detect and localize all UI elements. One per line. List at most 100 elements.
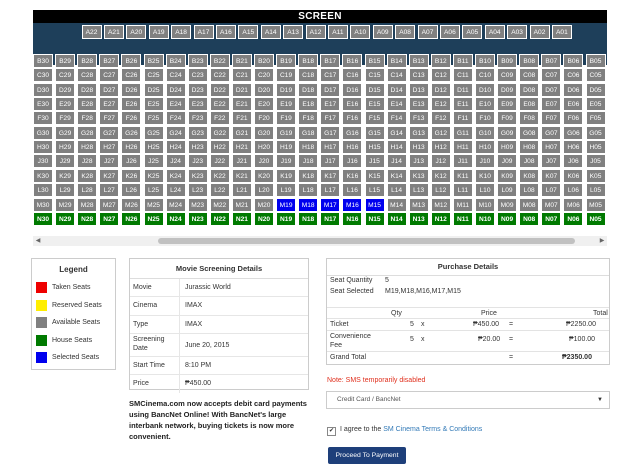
seat-a20[interactable]: A20 [126,25,147,39]
seat-l15[interactable]: L15 [364,183,385,198]
seat-l12[interactable]: L12 [430,183,451,198]
seat-f13[interactable]: F13 [408,111,429,126]
seat-k09[interactable]: K09 [497,168,518,183]
seat-m27[interactable]: M27 [99,197,120,212]
seat-k12[interactable]: K12 [430,168,451,183]
seat-f17[interactable]: F17 [320,111,341,126]
seat-d27[interactable]: D27 [99,82,120,97]
seat-c21[interactable]: C21 [231,68,252,83]
seat-n27[interactable]: N27 [99,211,120,226]
seat-c06[interactable]: C06 [563,68,584,83]
seat-a21[interactable]: A21 [103,25,124,39]
seat-k30[interactable]: K30 [33,168,53,183]
seat-h07[interactable]: H07 [541,140,562,155]
seat-j25[interactable]: J25 [143,154,164,169]
seat-n08[interactable]: N08 [519,211,540,226]
seat-h18[interactable]: H18 [298,140,319,155]
seat-b26[interactable]: B26 [121,54,142,68]
seat-g22[interactable]: G22 [209,125,230,140]
seat-a06[interactable]: A06 [439,25,460,39]
seat-d30[interactable]: D30 [33,82,53,97]
seat-d22[interactable]: D22 [209,82,230,97]
seat-e19[interactable]: E19 [276,97,297,112]
seat-l07[interactable]: L07 [541,183,562,198]
seat-g25[interactable]: G25 [143,125,164,140]
seat-j18[interactable]: J18 [298,154,319,169]
seat-d20[interactable]: D20 [254,82,274,97]
seat-d09[interactable]: D09 [497,82,518,97]
seat-e17[interactable]: E17 [320,97,341,112]
seat-n30[interactable]: N30 [33,211,53,226]
seat-b25[interactable]: B25 [143,54,164,68]
seat-k23[interactable]: K23 [187,168,208,183]
seat-h23[interactable]: H23 [187,140,208,155]
seat-g11[interactable]: G11 [452,125,473,140]
seat-g19[interactable]: G19 [276,125,297,140]
seat-m28[interactable]: M28 [77,197,98,212]
seat-c07[interactable]: C07 [541,68,562,83]
seat-e22[interactable]: E22 [209,97,230,112]
seat-c30[interactable]: C30 [33,68,53,83]
seat-f28[interactable]: F28 [77,111,98,126]
seat-a02[interactable]: A02 [529,25,550,39]
seat-a04[interactable]: A04 [484,25,505,39]
seat-n20[interactable]: N20 [254,211,274,226]
seat-m26[interactable]: M26 [121,197,142,212]
seat-j07[interactable]: J07 [541,154,562,169]
seat-f26[interactable]: F26 [121,111,142,126]
seat-d12[interactable]: D12 [430,82,451,97]
seat-c25[interactable]: C25 [143,68,164,83]
seat-c12[interactable]: C12 [430,68,451,83]
seat-k15[interactable]: K15 [364,168,385,183]
seat-k28[interactable]: K28 [77,168,98,183]
seat-a10[interactable]: A10 [350,25,371,39]
seat-j05[interactable]: J05 [585,154,606,169]
seat-m19[interactable]: M19 [276,197,297,212]
seat-k11[interactable]: K11 [452,168,473,183]
seat-j30[interactable]: J30 [33,154,53,169]
seat-d26[interactable]: D26 [121,82,142,97]
seat-b09[interactable]: B09 [497,54,518,68]
seat-f24[interactable]: F24 [165,111,186,126]
seat-m22[interactable]: M22 [209,197,230,212]
seat-l17[interactable]: L17 [320,183,341,198]
seat-m07[interactable]: M07 [541,197,562,212]
seat-a17[interactable]: A17 [193,25,214,39]
seat-m05[interactable]: M05 [585,197,606,212]
seat-j10[interactable]: J10 [475,154,495,169]
seat-b08[interactable]: B08 [519,54,540,68]
seat-g28[interactable]: G28 [77,125,98,140]
seat-l29[interactable]: L29 [55,183,76,198]
seat-j09[interactable]: J09 [497,154,518,169]
seat-e10[interactable]: E10 [475,97,495,112]
seat-b18[interactable]: B18 [298,54,319,68]
seat-c20[interactable]: C20 [254,68,274,83]
seat-a18[interactable]: A18 [171,25,192,39]
seat-l24[interactable]: L24 [165,183,186,198]
seat-d21[interactable]: D21 [231,82,252,97]
seat-a15[interactable]: A15 [238,25,259,39]
seat-n29[interactable]: N29 [55,211,76,226]
seat-m23[interactable]: M23 [187,197,208,212]
seat-a14[interactable]: A14 [260,25,281,39]
seat-j19[interactable]: J19 [276,154,297,169]
seat-j28[interactable]: J28 [77,154,98,169]
seat-f09[interactable]: F09 [497,111,518,126]
seat-k20[interactable]: K20 [254,168,274,183]
scroll-left-arrow-icon[interactable]: ◀ [33,236,43,246]
seat-d29[interactable]: D29 [55,82,76,97]
seat-m14[interactable]: M14 [386,197,407,212]
seat-h25[interactable]: H25 [143,140,164,155]
seat-c26[interactable]: C26 [121,68,142,83]
seat-l19[interactable]: L19 [276,183,297,198]
seat-f06[interactable]: F06 [563,111,584,126]
seat-c05[interactable]: C05 [585,68,606,83]
seat-m18[interactable]: M18 [298,197,319,212]
seat-h29[interactable]: H29 [55,140,76,155]
seat-a12[interactable]: A12 [305,25,326,39]
seat-d13[interactable]: D13 [408,82,429,97]
seat-n09[interactable]: N09 [497,211,518,226]
seat-a13[interactable]: A13 [283,25,304,39]
proceed-to-payment-button[interactable]: Proceed To Payment [328,447,406,464]
seat-f18[interactable]: F18 [298,111,319,126]
